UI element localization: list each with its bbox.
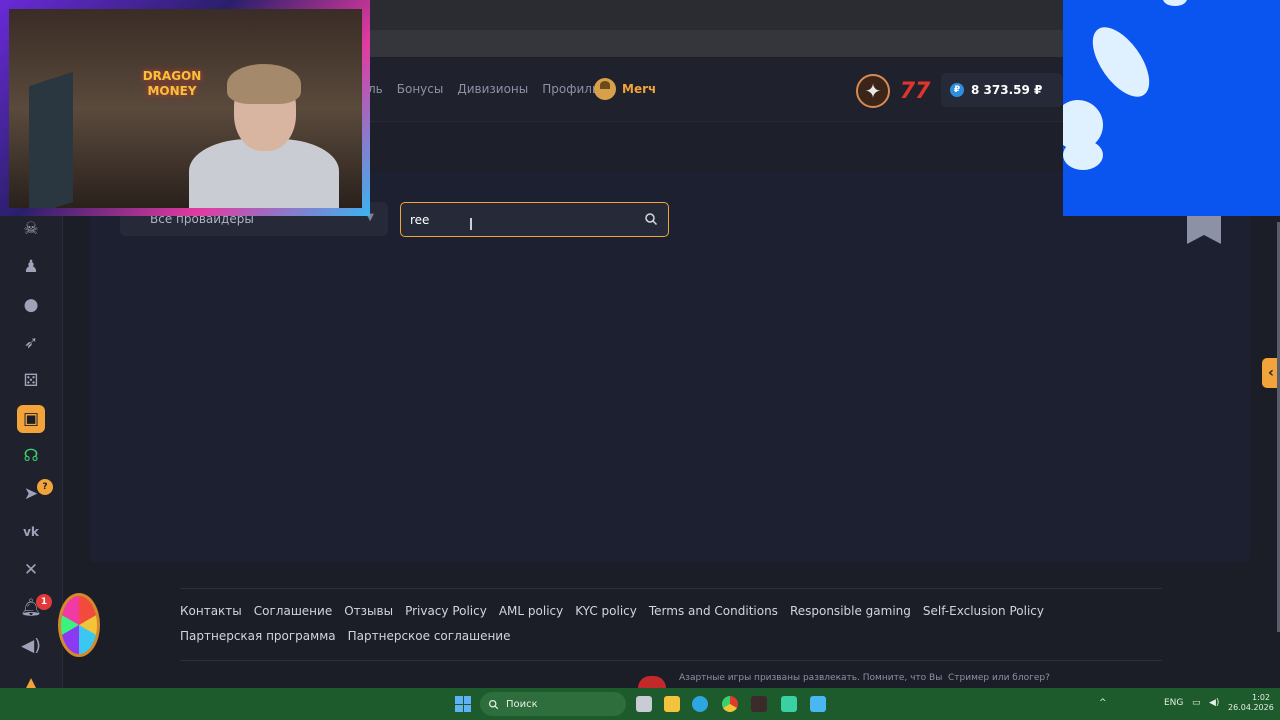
merch-hoodie-icon — [594, 78, 616, 100]
white-blob — [1163, 0, 1187, 6]
streamer-hair — [227, 64, 301, 104]
footer-link-partner-agreement[interactable]: Партнерское соглашение — [348, 629, 511, 643]
white-blob — [1063, 140, 1103, 170]
balance-value: 8 373.59 ₽ — [971, 83, 1043, 97]
footer-link-kyc[interactable]: KYC policy — [575, 604, 637, 618]
slot-777-icon[interactable]: 77 — [899, 74, 931, 108]
nav-item-partial[interactable]: ль — [368, 82, 383, 96]
logo-line-1: DRAGON — [142, 69, 202, 83]
taskbar-search-icon — [488, 699, 499, 709]
taskbar-search[interactable]: Поиск — [480, 692, 626, 716]
rocket-icon[interactable]: ➶ — [19, 331, 43, 355]
slot-machine-icon[interactable]: ▣ — [17, 405, 45, 433]
balance-button[interactable]: ₽ 8 373.59 ₽ — [941, 73, 1063, 107]
volume-icon[interactable]: ◀) — [1209, 698, 1219, 708]
mercedes-promo-icon[interactable]: ✦ — [856, 74, 890, 108]
pirate-icon[interactable]: ☠ — [19, 217, 43, 241]
footer-disclaimer: Азартные игры призваны развлекать. Помни… — [679, 673, 943, 683]
nav-item-bonuses[interactable]: Бонусы — [397, 82, 444, 96]
webcam-video: DRAGON MONEY — [9, 9, 362, 208]
tray-chevron-icon[interactable]: ^ — [1099, 698, 1107, 708]
network-icon[interactable]: ▭ — [1192, 698, 1201, 708]
webcam-overlay: DRAGON MONEY — [0, 0, 370, 216]
nav-item-merch[interactable]: Merч — [594, 78, 656, 100]
folder-icon[interactable] — [664, 696, 680, 712]
white-blob — [1081, 17, 1161, 107]
footer-link-terms[interactable]: Terms and Conditions — [649, 604, 778, 618]
footer-link-self-exclusion[interactable]: Self-Exclusion Policy — [923, 604, 1044, 618]
footer-link-contacts[interactable]: Контакты — [180, 604, 242, 618]
x-icon[interactable]: ✕ — [19, 558, 43, 582]
footer-links: Контакты Соглашение Отзывы Privacy Polic… — [180, 604, 1140, 643]
text-cursor — [470, 218, 472, 230]
footer-link-responsible[interactable]: Responsible gaming — [790, 604, 911, 618]
slot-777-label: 7 — [899, 78, 915, 104]
ruble-icon: ₽ — [950, 83, 964, 97]
sound-icon[interactable]: ◀) — [19, 634, 43, 658]
taskbar-search-label: Поиск — [506, 698, 538, 710]
search-icon[interactable] — [644, 212, 658, 226]
app-icon[interactable] — [781, 696, 797, 712]
shield-app-icon[interactable] — [751, 696, 767, 712]
main-nav: ль Бонусы Дивизионы Профиль — [368, 82, 599, 96]
language-indicator[interactable]: ENG — [1164, 698, 1183, 708]
headset-icon[interactable]: ☊ — [19, 444, 43, 468]
taskbar-clock[interactable]: 1:02 26.04.2026 — [1228, 693, 1274, 713]
blue-animation-overlay — [1063, 0, 1280, 216]
game-search-input[interactable] — [410, 211, 630, 229]
footer-link-reviews[interactable]: Отзывы — [344, 604, 393, 618]
age-18-icon — [638, 676, 666, 688]
merch-label: Merч — [622, 82, 657, 96]
vk-icon[interactable]: vk — [19, 520, 43, 544]
footer-divider — [180, 588, 1162, 589]
telegram-badge: ? — [37, 479, 53, 495]
footer-divider-2 — [180, 660, 1162, 661]
game-search-box[interactable] — [400, 202, 669, 237]
bell-badge: 1 — [36, 594, 52, 610]
nav-item-divisions[interactable]: Дивизионы — [457, 82, 528, 96]
slot-777-label-2: 7 — [915, 78, 931, 104]
footer-streamer-text: Стример или блогер? — [948, 673, 1050, 683]
footer-link-partner-program[interactable]: Партнерская программа — [180, 629, 336, 643]
windows-start-icon[interactable] — [455, 696, 471, 712]
telegram-app-icon[interactable] — [692, 696, 708, 712]
clock-date: 26.04.2026 — [1228, 703, 1274, 712]
nav-item-profile[interactable]: Профиль — [542, 82, 599, 96]
logo-line-2: MONEY — [147, 84, 197, 98]
footer-link-privacy[interactable]: Privacy Policy — [405, 604, 487, 618]
file-manager-icon[interactable] — [636, 696, 652, 712]
footer-link-agreement[interactable]: Соглашение — [254, 604, 332, 618]
fortune-wheel-icon[interactable] — [58, 593, 100, 657]
clock-time: 1:02 — [1252, 693, 1270, 702]
bomb-icon[interactable]: ● — [19, 293, 43, 317]
footer-link-aml[interactable]: AML policy — [499, 604, 563, 618]
dragon-money-logo: DRAGON MONEY — [137, 69, 207, 99]
notepad-icon[interactable] — [810, 696, 826, 712]
monitor-shape — [29, 71, 73, 208]
screen: ль Бонусы Дивизионы Профиль Merч ✦ 77 ₽ … — [0, 0, 1280, 720]
user-icon[interactable]: ♟ — [19, 255, 43, 279]
chrome-icon[interactable] — [722, 696, 738, 712]
dice-icon[interactable]: ⚄ — [19, 369, 43, 393]
